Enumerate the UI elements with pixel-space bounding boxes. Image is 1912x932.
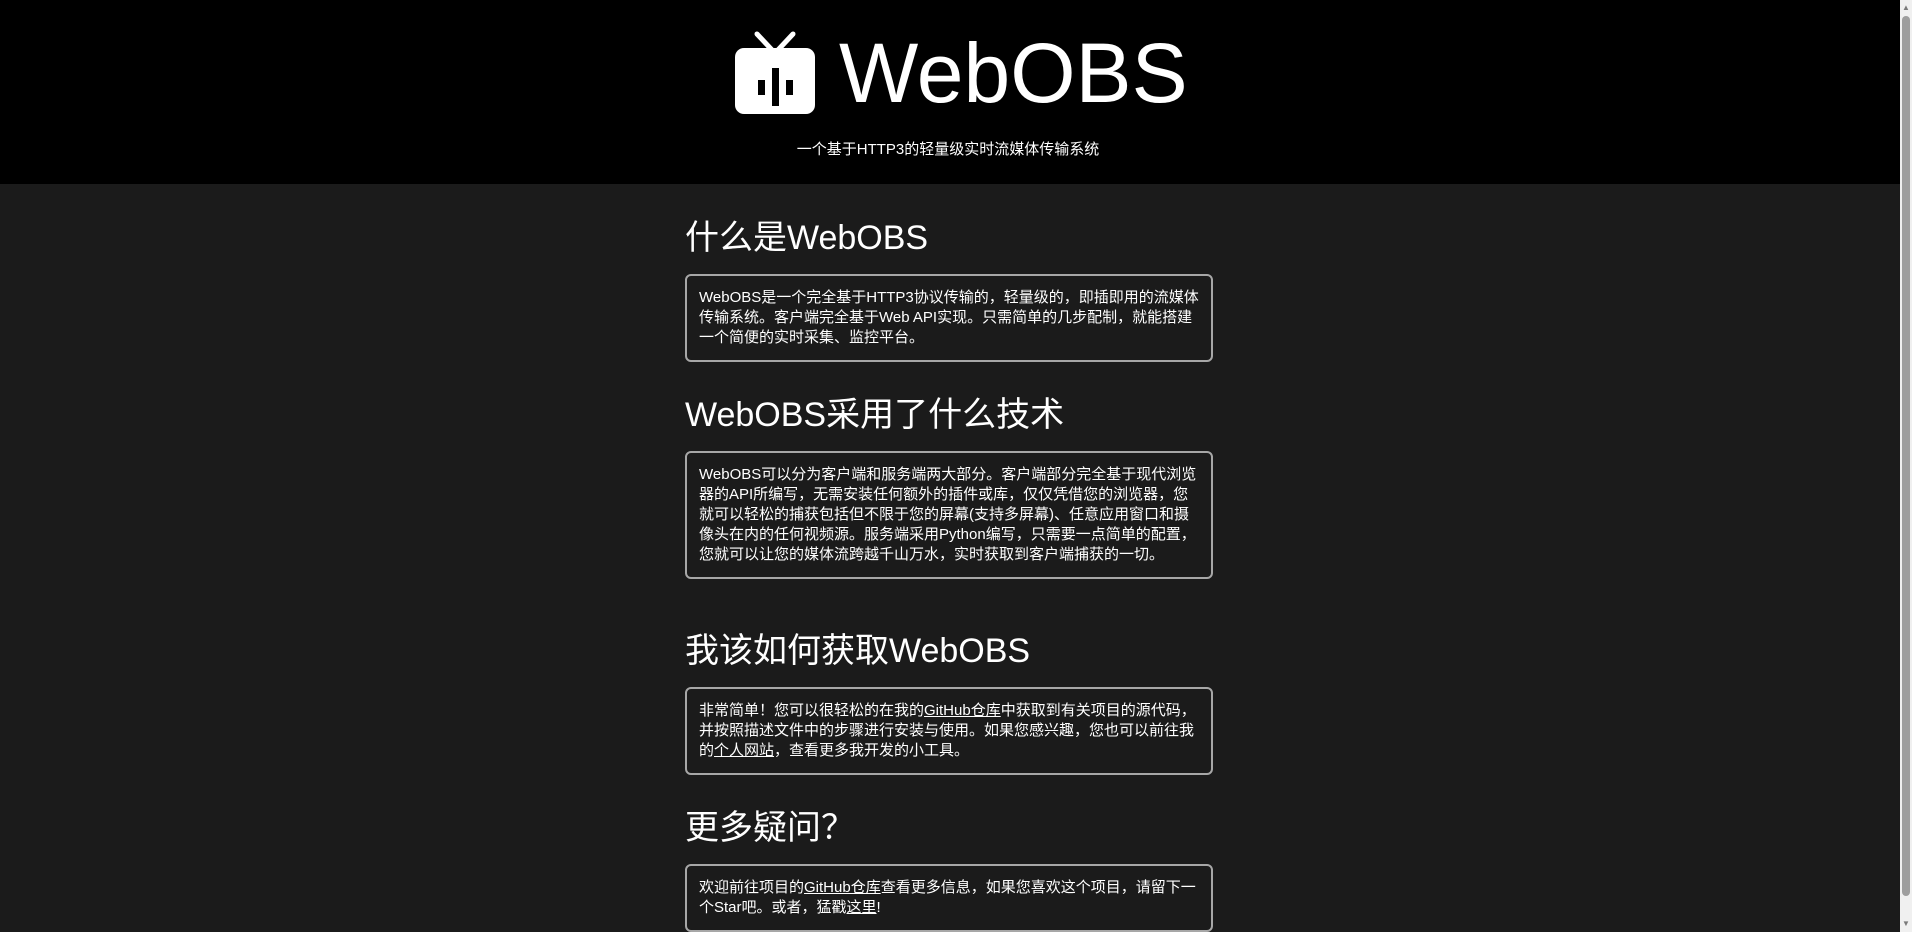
section-heading: 什么是WebOBS bbox=[685, 219, 929, 257]
here-link[interactable]: 这里 bbox=[847, 899, 877, 916]
scroll-up-arrow-icon[interactable]: ▲ bbox=[1902, 2, 1910, 14]
vertical-scrollbar[interactable]: ▲ ▼ bbox=[1900, 0, 1912, 932]
scroll-down-arrow-icon[interactable]: ▼ bbox=[1902, 918, 1910, 930]
section-heading: 我该如何获取WebOBS bbox=[685, 632, 1031, 670]
section-card: WebOBS是一个完全基于HTTP3协议传输的，轻量级的，即插即用的流媒体传输系… bbox=[685, 274, 1213, 362]
section-body: WebOBS是一个完全基于HTTP3协议传输的，轻量级的，即插即用的流媒体传输系… bbox=[699, 289, 1199, 346]
section-technology: WebOBS采用了什么技术 WebOBS可以分为客户端和服务端两大部分。客户端部… bbox=[685, 393, 1213, 579]
section-body-part: ! bbox=[876, 899, 881, 916]
section-how-to-get: 我该如何获取WebOBS 非常简单！您可以很轻松的在我的GitHub仓库中获取到… bbox=[685, 629, 1213, 775]
github-repo-link[interactable]: GitHub仓库 bbox=[924, 702, 1001, 719]
section-body-part: ，查看更多我开发的小工具。 bbox=[774, 742, 970, 759]
section-heading: 更多疑问？ bbox=[685, 809, 855, 847]
site-header: WebOBS 一个基于HTTP3的轻量级实时流媒体传输系统 bbox=[0, 0, 1900, 184]
page: WebOBS 一个基于HTTP3的轻量级实时流媒体传输系统 什么是WebOBS … bbox=[0, 0, 1900, 932]
section-card: WebOBS可以分为客户端和服务端两大部分。客户端部分完全基于现代浏览器的API… bbox=[685, 451, 1213, 579]
section-body-part: 非常简单！您可以很轻松的在我的 bbox=[699, 702, 925, 719]
section-card: 非常简单！您可以很轻松的在我的GitHub仓库中获取到有关项目的源代码，并按照描… bbox=[685, 687, 1213, 775]
github-repo-link[interactable]: GitHub仓库 bbox=[804, 879, 881, 896]
section-body-part: 欢迎前往项目的 bbox=[699, 879, 805, 896]
section-what-is: 什么是WebOBS WebOBS是一个完全基于HTTP3协议传输的，轻量级的，即… bbox=[685, 216, 1213, 362]
brand: WebOBS bbox=[735, 28, 1188, 118]
brand-name: WebOBS bbox=[839, 26, 1188, 120]
section-heading: WebOBS采用了什么技术 bbox=[685, 396, 1065, 434]
scrollbar-thumb[interactable] bbox=[1902, 16, 1910, 896]
tagline: 一个基于HTTP3的轻量级实时流媒体传输系统 bbox=[796, 141, 1100, 158]
tv-icon bbox=[735, 31, 815, 114]
section-body: WebOBS可以分为客户端和服务端两大部分。客户端部分完全基于现代浏览器的API… bbox=[699, 466, 1197, 563]
section-more-questions: 更多疑问？ 欢迎前往项目的GitHub仓库查看更多信息，如果您喜欢这个项目，请留… bbox=[685, 806, 1213, 932]
section-card: 欢迎前往项目的GitHub仓库查看更多信息，如果您喜欢这个项目，请留下一个Sta… bbox=[685, 864, 1213, 932]
personal-website-link[interactable]: 个人网站 bbox=[714, 742, 774, 759]
